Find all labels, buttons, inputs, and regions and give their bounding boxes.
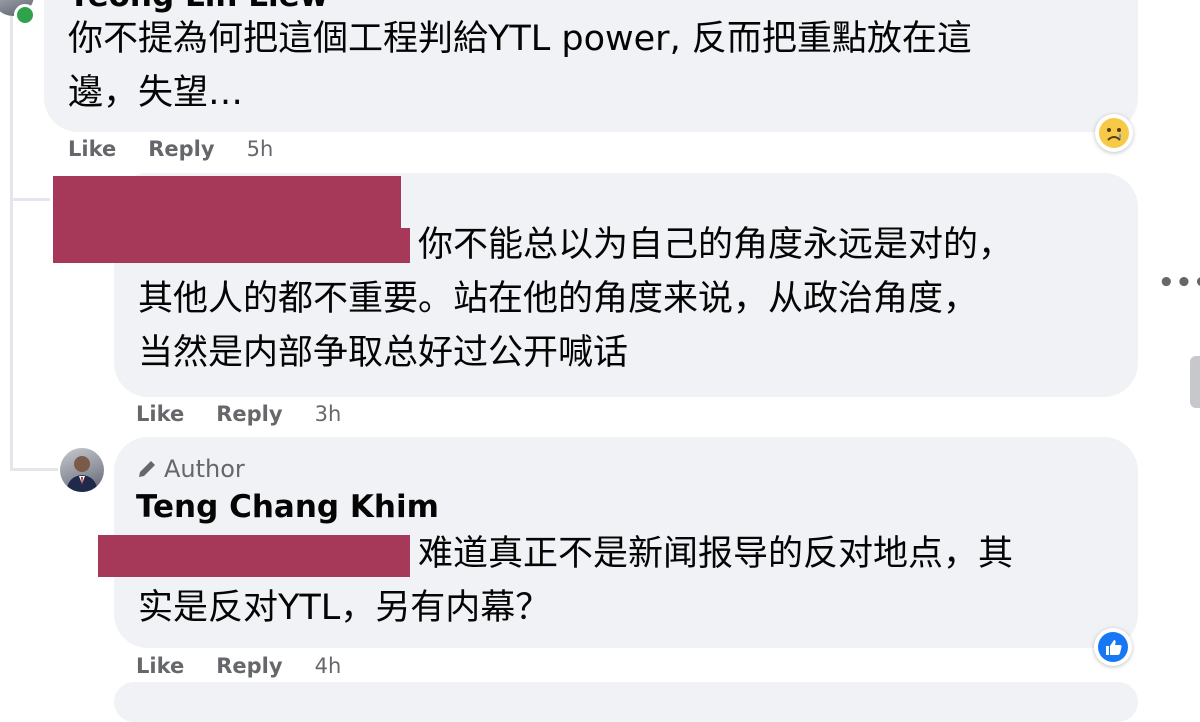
comment-timestamp[interactable]: 4h [315,654,342,678]
reaction-badge[interactable] [1094,628,1132,666]
like-thumb-icon [1098,632,1128,662]
sad-emoji-icon [1099,118,1129,148]
comment-bubble [114,682,1138,722]
comment-text: 你不能总以为自己的角度永远是对的， 其他人的都不重要。站在他的角度来说，从政治角… [138,225,1014,373]
reply-button[interactable]: Reply [216,654,282,678]
thread-line [10,0,13,200]
thread-line [10,468,58,471]
comment-text: 你不提為何把這個工程判給YTL power, 反而把重點放在這 邊，失望… [68,19,972,113]
author-badge-label: Author [164,455,245,483]
reaction-badge[interactable] [1095,114,1133,152]
reply-button[interactable]: Reply [148,137,214,161]
comment-actions: Like Reply 4h [136,654,373,678]
like-button[interactable]: Like [136,654,184,678]
comment-timestamp[interactable]: 5h [247,137,274,161]
more-options-button[interactable]: ••• [1158,268,1200,298]
author-badge: Author [136,455,245,483]
pencil-icon [139,461,155,477]
like-button[interactable]: Like [136,402,184,426]
scrollbar-thumb[interactable] [1190,356,1200,408]
person-icon [66,456,98,492]
comment-text: 难道真正不是新闻报导的反对地点，其 实是反对YTL，另有内幕？ [138,534,1014,628]
comment-actions: Like Reply 5h [68,137,305,161]
online-status-icon [14,4,36,26]
comment-actions: Like Reply 3h [136,402,373,426]
reply-button[interactable]: Reply [216,402,282,426]
thread-line [10,200,13,470]
comment-timestamp[interactable]: 3h [315,402,342,426]
like-button[interactable]: Like [68,137,116,161]
thread-line [10,198,50,201]
comment-author[interactable]: Teng Chang Khim [136,489,439,525]
avatar[interactable] [60,448,104,492]
